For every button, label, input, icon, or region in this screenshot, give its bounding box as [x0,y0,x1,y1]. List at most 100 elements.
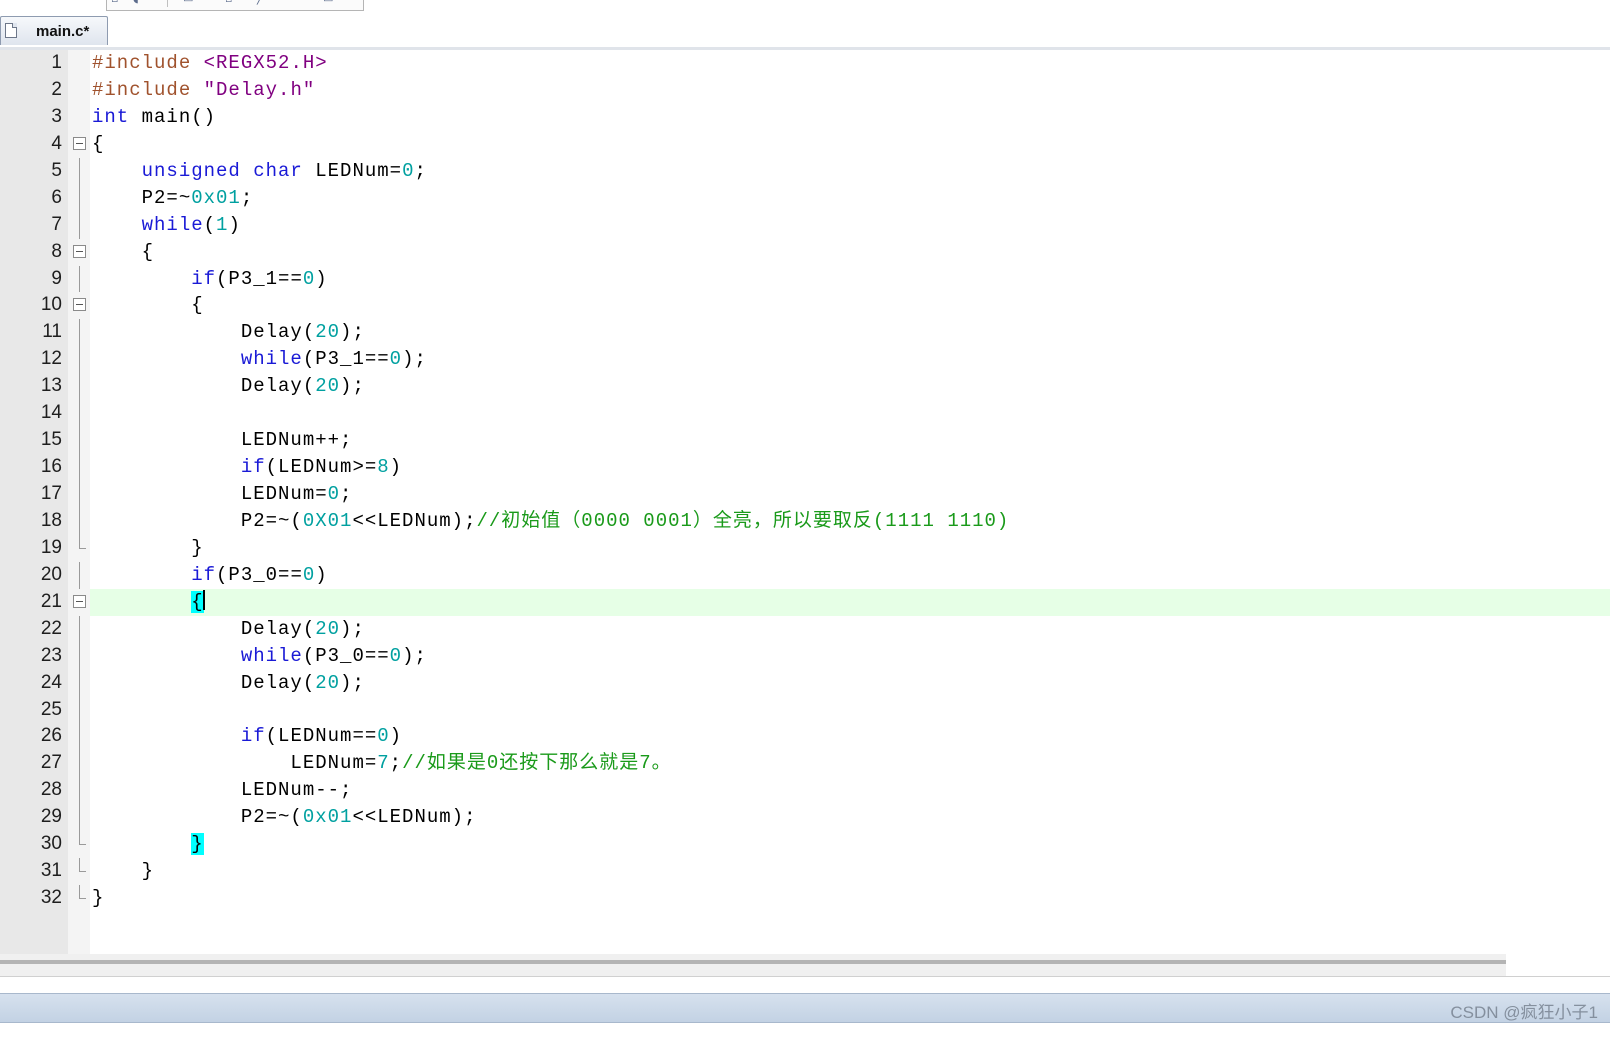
collapse-icon[interactable] [73,244,86,258]
code-line-area[interactable]: Delay(20); [90,373,1610,400]
code-line-area[interactable]: LEDNum++; [90,427,1610,454]
code-line[interactable]: 14 [0,400,1610,428]
code-line[interactable]: 17 LEDNum=0; [0,481,1610,508]
code-text[interactable]: } [92,535,204,562]
collapse-icon[interactable] [73,298,86,312]
code-line-area[interactable]: if(P3_1==0) [90,266,1610,293]
code-text[interactable]: Delay(20); [92,616,365,643]
code-line-area[interactable] [90,400,1610,427]
code-line-area[interactable]: while(P3_0==0); [90,643,1610,670]
toolbar-tool-icon[interactable]: ▫ [225,0,232,4]
tab-main-c[interactable]: main.c* [0,16,108,45]
code-line[interactable]: 7 while(1) [0,211,1610,239]
code-line-area[interactable]: #include <REGX52.H> [90,50,1610,77]
code-line[interactable]: 20 if(P3_0==0) [0,561,1610,589]
code-line-area[interactable]: { [90,239,1610,266]
collapse-icon[interactable] [73,136,86,150]
code-text[interactable]: P2=~0x01; [92,185,253,212]
toolbar-tool-icon[interactable]: ◦ [293,0,300,4]
code-line[interactable]: 1 #include <REGX52.H> [0,50,1610,77]
code-text[interactable]: } [92,885,104,912]
code-text[interactable]: if(P3_1==0) [92,266,328,293]
code-line-area[interactable]: while(P3_1==0); [90,346,1610,373]
code-line[interactable]: 22 Delay(20); [0,615,1610,643]
code-line-area[interactable]: P2=~(0X01<<LEDNum);//初始值（0000 0001）全亮，所以… [90,508,1610,535]
code-line[interactable]: 12 while(P3_1==0); [0,346,1610,374]
code-line-area[interactable]: if(LEDNum>=8) [90,454,1610,481]
code-line[interactable]: 30 } [0,831,1610,858]
code-line-area[interactable] [90,697,1610,724]
horizontal-scrollbar[interactable] [0,954,1610,976]
code-text[interactable]: Delay(20); [92,319,365,346]
code-line[interactable]: 23 while(P3_0==0); [0,642,1610,670]
code-text[interactable]: P2=~(0x01<<LEDNum); [92,804,476,831]
code-text[interactable]: { [92,131,104,158]
code-text[interactable]: LEDNum=0; [92,481,352,508]
code-line[interactable]: 13 Delay(20); [0,373,1610,401]
code-text[interactable]: LEDNum++; [92,427,352,454]
code-text[interactable]: if(LEDNum==0) [92,723,402,750]
code-line-area[interactable]: LEDNum=0; [90,481,1610,508]
code-line-area[interactable]: } [90,535,1610,562]
code-line-area[interactable]: { [90,131,1610,158]
toolbar-hand-icon[interactable]: ◖ [133,0,139,4]
code-line[interactable]: 29 P2=~(0x01<<LEDNum); [0,804,1610,832]
code-line[interactable]: 11 Delay(20); [0,319,1610,347]
code-text[interactable]: while(1) [92,212,241,239]
code-text[interactable]: #include "Delay.h" [92,77,315,104]
code-line-area[interactable]: LEDNum=7;//如果是0还按下那么就是7。 [90,750,1610,777]
code-lines[interactable]: 1 #include <REGX52.H> 2 #include "Delay.h" 3… [0,50,1610,912]
code-line-area[interactable]: P2=~0x01; [90,185,1610,212]
code-line-area[interactable]: if(P3_0==0) [90,562,1610,589]
code-line-area[interactable]: int main() [90,104,1610,131]
current-code-line[interactable]: 21 { [0,588,1610,616]
fold-toggle-icon[interactable] [73,589,89,616]
code-line[interactable]: 4{ [0,131,1610,158]
fold-toggle-icon[interactable] [73,292,89,319]
code-line[interactable]: 16 if(LEDNum>=8) [0,454,1610,481]
code-text[interactable]: { [92,292,204,319]
code-line-area[interactable]: } [90,885,1610,912]
code-line-area[interactable]: while(1) [90,212,1610,239]
code-line-area[interactable]: { [90,292,1610,319]
code-line[interactable]: 19 } [0,534,1610,562]
code-line[interactable]: 10 { [0,292,1610,319]
code-line[interactable]: 31 } [0,858,1610,885]
code-line[interactable]: 2 #include "Delay.h" [0,77,1610,104]
code-line-area[interactable]: P2=~(0x01<<LEDNum); [90,804,1610,831]
code-text[interactable]: while(P3_0==0); [92,643,427,670]
code-line-area[interactable]: } [90,858,1610,885]
code-text[interactable]: Delay(20); [92,373,365,400]
code-line-area[interactable]: Delay(20); [90,670,1610,697]
code-line-area[interactable]: LEDNum--; [90,777,1610,804]
scrollbar-thumb[interactable] [0,960,1506,964]
toolbar-checkbox-icon[interactable]: ▫ [111,0,118,4]
code-line[interactable]: 6 P2=~0x01; [0,184,1610,212]
code-line[interactable]: 27 LEDNum=7;//如果是0还按下那么就是7。 [0,750,1610,778]
code-line-area[interactable]: } [90,831,1610,858]
code-line[interactable]: 5 unsigned char LEDNum=0; [0,157,1610,185]
code-text[interactable]: LEDNum=7;//如果是0还按下那么就是7。 [92,750,672,777]
code-editor[interactable]: 1 #include <REGX52.H> 2 #include "Delay.h" 3… [0,50,1610,976]
code-line[interactable]: 9 if(P3_1==0) [0,265,1610,293]
code-text[interactable]: while(P3_1==0); [92,346,427,373]
code-line-area[interactable]: Delay(20); [90,319,1610,346]
code-line[interactable]: 15 LEDNum++; [0,427,1610,455]
code-text[interactable]: } [92,858,154,885]
code-text[interactable]: #include <REGX52.H> [92,50,328,77]
code-line-area[interactable]: Delay(20); [90,616,1610,643]
code-line[interactable]: 3 int main() [0,104,1610,131]
code-text[interactable]: { [92,589,205,616]
code-text[interactable]: P2=~(0X01<<LEDNum);//初始值（0000 0001）全亮，所以… [92,508,1009,535]
code-text[interactable]: } [92,831,204,858]
code-line-area[interactable]: { [90,588,1610,616]
fold-toggle-icon[interactable] [73,239,89,266]
code-line-area[interactable]: #include "Delay.h" [90,77,1610,104]
toolbar-window-icon[interactable]: ▭ [323,0,333,4]
code-line[interactable]: 26 if(LEDNum==0) [0,723,1610,751]
code-text[interactable]: Delay(20); [92,670,365,697]
code-text[interactable]: LEDNum--; [92,777,352,804]
code-line[interactable]: 18 P2=~(0X01<<LEDNum);//初始值（0000 0001）全亮… [0,507,1610,535]
code-line[interactable]: 24 Delay(20); [0,669,1610,697]
collapse-icon[interactable] [73,594,86,608]
